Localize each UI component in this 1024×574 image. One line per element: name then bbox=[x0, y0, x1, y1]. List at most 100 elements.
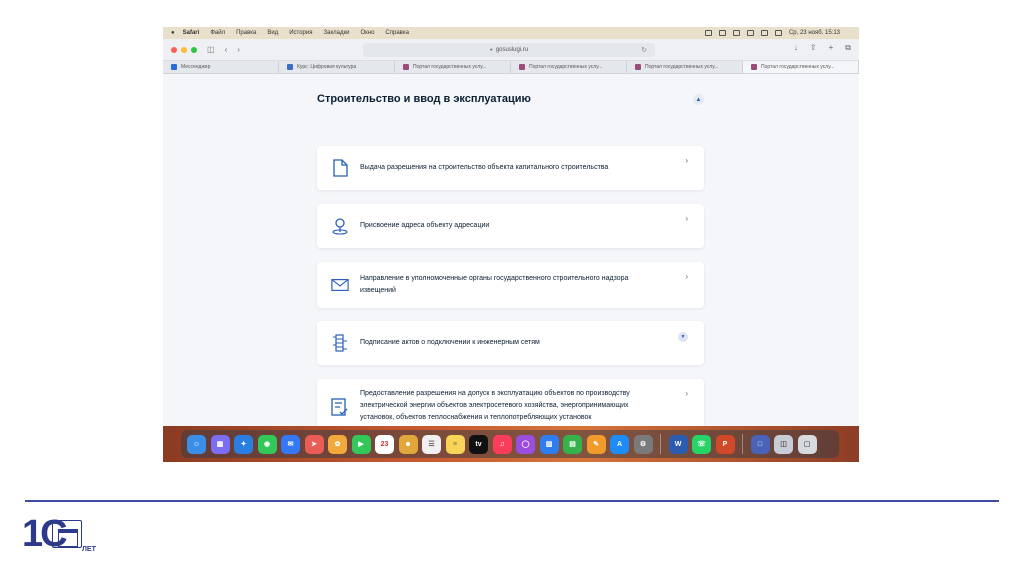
service-card-text: Выдача разрешения на строительство объек… bbox=[360, 164, 609, 171]
menu-view[interactable]: Вид bbox=[267, 30, 278, 36]
service-card-text: Подписание актов о подключении к инженер… bbox=[360, 339, 540, 346]
photos-icon[interactable]: ✿ bbox=[328, 434, 347, 454]
tab-label: Портал государственных услу... bbox=[645, 64, 719, 70]
system-preferences-icon[interactable]: ⚙ bbox=[633, 434, 653, 454]
tab-course[interactable]: Курс: Цифровая культура bbox=[279, 61, 395, 73]
building-emblem-icon bbox=[52, 520, 82, 548]
menu-history[interactable]: История bbox=[289, 30, 312, 36]
downloads-folder-icon[interactable]: □ bbox=[750, 434, 770, 454]
tab-messenger[interactable]: Мессенджер bbox=[163, 61, 279, 73]
launchpad-icon[interactable]: ▦ bbox=[210, 434, 230, 454]
mail-icon[interactable]: ✉ bbox=[281, 434, 300, 454]
contacts-icon[interactable]: ☻ bbox=[398, 434, 418, 454]
menu-app-name[interactable]: Safari bbox=[183, 30, 200, 36]
tab-label: Портал государственных услу... bbox=[529, 64, 603, 70]
tab-favicon bbox=[287, 64, 293, 70]
apple-tv-icon[interactable]: tv bbox=[469, 434, 488, 454]
tab-label: Портал государственных услу... bbox=[761, 64, 835, 70]
facetime-icon[interactable]: ▶ bbox=[351, 434, 371, 454]
menu-bookmarks[interactable]: Закладки bbox=[324, 30, 350, 36]
network-icon bbox=[331, 334, 349, 352]
finder-icon[interactable]: ☺ bbox=[187, 434, 206, 454]
music-icon[interactable]: ♫ bbox=[492, 434, 512, 454]
service-card-building-permit[interactable]: Выдача разрешения на строительство объек… bbox=[317, 146, 704, 190]
menu-edit[interactable]: Правка bbox=[236, 30, 256, 36]
service-card-notifications[interactable]: Направление в уполномоченные органы госу… bbox=[317, 262, 704, 308]
word-icon[interactable]: W bbox=[668, 434, 688, 454]
share-icon[interactable]: ⇧ bbox=[810, 43, 817, 53]
dock-separator bbox=[742, 434, 743, 454]
tab-label: Портал государственных услу... bbox=[413, 64, 487, 70]
pen-icon[interactable] bbox=[704, 30, 712, 36]
tab-favicon bbox=[751, 64, 757, 70]
wifi-icon[interactable] bbox=[760, 30, 768, 36]
dock-separator bbox=[660, 434, 661, 454]
location-pin-icon bbox=[331, 217, 349, 235]
minimize-window-button[interactable] bbox=[181, 46, 187, 53]
apple-icon[interactable]: ● bbox=[171, 30, 175, 36]
tv-label: tv bbox=[475, 440, 482, 448]
chevron-right-icon: › bbox=[685, 214, 688, 223]
notes-icon[interactable]: ≡ bbox=[445, 434, 465, 454]
menu-file[interactable]: Файл bbox=[210, 30, 225, 36]
back-icon[interactable]: ‹ bbox=[225, 45, 228, 54]
folder-stack-icon[interactable]: ◫ bbox=[774, 434, 793, 454]
sidebar-icon[interactable]: ◫ bbox=[207, 45, 215, 54]
new-tab-icon[interactable]: + bbox=[829, 43, 834, 53]
page-content: Строительство и ввод в эксплуатацию ▲ Вы… bbox=[163, 74, 859, 435]
tab-gosuslugi-3[interactable]: Портал государственных услу... bbox=[627, 61, 743, 73]
download-icon[interactable]: ↓ bbox=[794, 43, 798, 53]
tab-favicon bbox=[519, 64, 525, 70]
chevron-right-icon: › bbox=[685, 272, 688, 281]
powerpoint-icon[interactable]: P bbox=[715, 434, 735, 454]
reload-icon[interactable]: ↻ bbox=[641, 46, 647, 54]
chevron-right-icon: › bbox=[685, 156, 688, 165]
keynote-icon[interactable]: ▨ bbox=[539, 434, 559, 454]
numbers-icon[interactable]: ▤ bbox=[563, 434, 582, 454]
menu-window[interactable]: Окно bbox=[360, 30, 374, 36]
address-bar[interactable]: ● gosuslugi.ru ↻ bbox=[363, 43, 655, 57]
zoom-window-button[interactable] bbox=[191, 46, 197, 53]
service-card-engineering-networks[interactable]: Подписание актов о подключении к инженер… bbox=[317, 321, 704, 365]
envelope-icon bbox=[331, 276, 349, 294]
section-title: Строительство и ввод в эксплуатацию bbox=[317, 93, 531, 105]
tab-gosuslugi-1[interactable]: Портал государственных услу... bbox=[395, 61, 511, 73]
input-source-icon[interactable] bbox=[732, 30, 740, 36]
tab-overview-icon[interactable]: ⧉ bbox=[845, 43, 851, 53]
forward-icon[interactable]: › bbox=[237, 45, 240, 54]
record-icon[interactable] bbox=[718, 30, 726, 36]
desktop-wallpaper: ☺ ▦ ✦ ◉ ✉ ➤ ✿ ▶ 23 ☻ ☰ ≡ tv ♫ ◯ ▨ ▤ ✎ A … bbox=[163, 426, 859, 462]
macos-dock: ☺ ▦ ✦ ◉ ✉ ➤ ✿ ▶ 23 ☻ ☰ ≡ tv ♫ ◯ ▨ ▤ ✎ A … bbox=[181, 430, 839, 458]
menubar-clock[interactable]: Ср, 23 нояб. 15:13 bbox=[789, 30, 840, 36]
slide-divider bbox=[25, 500, 999, 502]
close-window-button[interactable] bbox=[171, 46, 177, 53]
tab-favicon bbox=[171, 64, 177, 70]
whatsapp-icon[interactable]: ☏ bbox=[692, 434, 711, 454]
reminders-icon[interactable]: ☰ bbox=[422, 434, 441, 454]
battery-icon[interactable] bbox=[746, 30, 754, 36]
macos-menubar: ● Safari Файл Правка Вид История Закладк… bbox=[163, 27, 859, 39]
search-icon[interactable] bbox=[774, 30, 782, 36]
tab-favicon bbox=[403, 64, 409, 70]
tab-gosuslugi-4[interactable]: Портал государственных услу... bbox=[743, 61, 859, 73]
slide: ● Safari Файл Правка Вид История Закладк… bbox=[0, 0, 1024, 574]
maps-icon[interactable]: ➤ bbox=[304, 434, 324, 454]
service-card-text: Предоставление разрешения на допуск в эк… bbox=[360, 390, 630, 421]
pages-icon[interactable]: ✎ bbox=[586, 434, 606, 454]
tab-gosuslugi-2[interactable]: Портал государственных услу... bbox=[511, 61, 627, 73]
service-card-address[interactable]: Присвоение адреса объекту адресации › bbox=[317, 204, 704, 248]
safari-icon[interactable]: ✦ bbox=[234, 434, 253, 454]
service-card-text: Направление в уполномоченные органы госу… bbox=[360, 275, 629, 294]
messages-icon[interactable]: ◉ bbox=[257, 434, 277, 454]
collapse-section-button[interactable]: ▲ bbox=[693, 94, 704, 105]
menu-help[interactable]: Справка bbox=[385, 30, 409, 36]
lock-icon: ● bbox=[489, 47, 493, 53]
trash-icon[interactable]: ▢ bbox=[797, 434, 817, 454]
service-card-text: Присвоение адреса объекту адресации bbox=[360, 222, 490, 229]
podcasts-icon[interactable]: ◯ bbox=[516, 434, 535, 454]
app-store-icon[interactable]: A bbox=[610, 434, 629, 454]
chevron-down-icon[interactable]: ▼ bbox=[678, 332, 688, 342]
calendar-icon[interactable]: 23 bbox=[375, 434, 394, 454]
address-url: gosuslugi.ru bbox=[495, 47, 529, 53]
document-icon bbox=[331, 159, 349, 177]
